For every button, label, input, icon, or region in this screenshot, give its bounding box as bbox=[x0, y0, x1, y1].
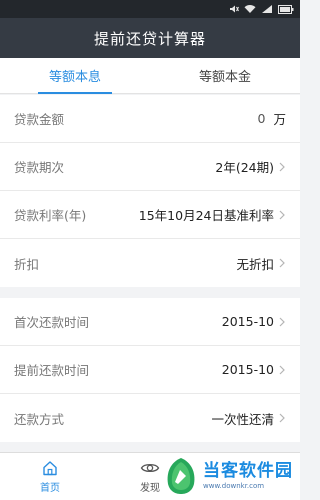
first-repay-label: 首次还款时间 bbox=[14, 315, 90, 330]
nav-home-label: 首页 bbox=[40, 483, 60, 494]
discount-row[interactable]: 折扣 无折扣 bbox=[0, 239, 300, 287]
repay-method-label: 还款方式 bbox=[14, 411, 65, 427]
watermark-logo: 当客软件园 www.downkr.com bbox=[163, 454, 298, 498]
chevron-right-icon bbox=[279, 162, 285, 171]
interest-rate-label: 贷款利率(年) bbox=[14, 208, 87, 223]
loan-term-label: 贷款期次 bbox=[14, 160, 65, 175]
status-bar bbox=[0, 0, 300, 18]
chevron-right-icon bbox=[279, 365, 285, 374]
watermark-sub: www.downkr.com bbox=[203, 481, 265, 490]
chevron-right-icon bbox=[279, 317, 285, 326]
loan-amount-value-wrap: 0 万 bbox=[258, 109, 286, 128]
watermark-leaf-icon bbox=[167, 458, 195, 494]
chevron-right-icon bbox=[279, 258, 285, 268]
mute-icon bbox=[229, 4, 239, 14]
prepay-time-value-wrap: 2015-10 bbox=[222, 362, 286, 377]
tab-equal-installment[interactable]: 等额本息 bbox=[0, 58, 150, 94]
prepay-time-row[interactable]: 提前还款时间 2015-10 bbox=[0, 346, 300, 394]
nav-discover-label: 发现 bbox=[140, 483, 160, 494]
loan-term-value-wrap: 2年(24期) bbox=[215, 157, 286, 176]
watermark-text: 当客软件园 www.downkr.com bbox=[203, 460, 293, 490]
first-repay-value: 2015-10 bbox=[221, 314, 274, 329]
prepay-time-label: 提前还款时间 bbox=[14, 363, 90, 378]
chevron-right-icon bbox=[279, 210, 285, 219]
loan-amount-input[interactable]: 0 bbox=[258, 111, 266, 126]
signal-icon bbox=[261, 4, 273, 14]
wifi-icon bbox=[244, 4, 256, 14]
tab-label: 等额本金 bbox=[198, 70, 251, 85]
watermark-main: 当客软件园 bbox=[203, 460, 293, 481]
prepay-time-value: 2015-10 bbox=[221, 362, 274, 377]
loan-term-value: 2年(24期) bbox=[215, 160, 274, 175]
first-repay-row[interactable]: 首次还款时间 2015-10 bbox=[0, 298, 300, 346]
first-repay-value-wrap: 2015-10 bbox=[222, 314, 286, 329]
page-title: 提前还贷计算器 bbox=[93, 29, 206, 48]
discount-label: 折扣 bbox=[14, 256, 40, 272]
discount-value: 无折扣 bbox=[236, 256, 274, 272]
loan-amount-unit: 万 bbox=[273, 112, 286, 127]
discount-value-wrap: 无折扣 bbox=[236, 254, 286, 273]
repay-method-value-wrap: 一次性还清 bbox=[211, 409, 286, 428]
tab-equal-principal[interactable]: 等额本金 bbox=[150, 58, 300, 93]
loan-amount-label: 贷款金额 bbox=[14, 112, 65, 127]
tab-bar: 等额本息 等额本金 bbox=[0, 58, 300, 94]
loan-amount-row[interactable]: 贷款金额 0 万 bbox=[0, 95, 300, 143]
repayment-group: 首次还款时间 2015-10 提前还款时间 2015-10 还款方式 一次性还清 bbox=[0, 298, 300, 442]
nav-home[interactable]: 首页 bbox=[0, 453, 100, 500]
loan-term-row[interactable]: 贷款期次 2年(24期) bbox=[0, 143, 300, 191]
eye-icon bbox=[140, 463, 160, 473]
interest-rate-value: 15年10月24日基准利率 bbox=[138, 208, 274, 223]
interest-rate-value-wrap: 15年10月24日基准利率 bbox=[139, 205, 286, 224]
interest-rate-row[interactable]: 贷款利率(年) 15年10月24日基准利率 bbox=[0, 191, 300, 239]
chevron-right-icon bbox=[279, 413, 285, 423]
repay-method-row[interactable]: 还款方式 一次性还清 bbox=[0, 394, 300, 442]
loan-params-group: 贷款金额 0 万 贷款期次 2年(24期) 贷款利率(年) 15年10月24日基… bbox=[0, 95, 300, 287]
title-bar: 提前还贷计算器 bbox=[0, 18, 300, 58]
tab-label: 等额本息 bbox=[48, 70, 101, 85]
battery-icon bbox=[278, 4, 294, 14]
repay-method-value: 一次性还清 bbox=[211, 411, 274, 427]
home-icon bbox=[43, 461, 57, 476]
